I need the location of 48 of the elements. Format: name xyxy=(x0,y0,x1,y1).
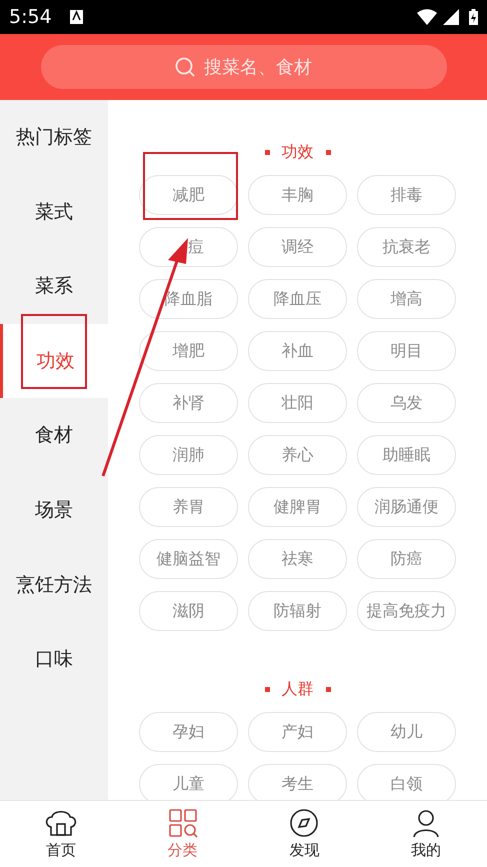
nav-tab[interactable]: 我的 xyxy=(365,801,487,867)
tag-chip[interactable]: 健脾胃 xyxy=(248,487,347,527)
tag-chip[interactable]: 助睡眠 xyxy=(357,435,456,475)
tag-chip[interactable]: 明目 xyxy=(357,331,456,371)
tag-chip[interactable]: 补血 xyxy=(248,331,347,371)
sidebar-item[interactable]: 功效 xyxy=(0,324,108,398)
nav-tab[interactable]: 首页 xyxy=(0,801,122,867)
battery-icon xyxy=(469,9,478,25)
search-icon xyxy=(175,56,196,78)
sidebar-item[interactable]: 烹饪方法 xyxy=(0,548,108,622)
tag-chip[interactable]: 补肾 xyxy=(139,383,238,423)
tag-chip[interactable]: 降血压 xyxy=(248,279,347,319)
nav-tab[interactable]: 发现 xyxy=(244,801,366,867)
tag-chip[interactable]: 润肠通便 xyxy=(357,487,456,527)
search-field[interactable]: 搜菜名、食材 xyxy=(40,45,446,89)
tag-chip[interactable]: 防癌 xyxy=(357,539,456,579)
tag-chip[interactable]: 养胃 xyxy=(139,487,238,527)
tag-chip[interactable]: 养心 xyxy=(248,435,347,475)
sidebar-item[interactable]: 场景 xyxy=(0,472,108,548)
nav-tab[interactable]: 分类 xyxy=(122,801,244,867)
signal-icon xyxy=(443,9,459,25)
tag-chip[interactable]: 减肥 xyxy=(139,175,238,215)
tag-chip[interactable]: 调经 xyxy=(248,227,347,267)
tag-chip[interactable]: 乌发 xyxy=(357,383,456,423)
tag-chip[interactable]: 抗衰老 xyxy=(357,227,456,267)
status-time: 5:54 xyxy=(9,4,52,30)
sidebar-item[interactable]: 食材 xyxy=(0,398,108,473)
tag-chip[interactable]: 祛寒 xyxy=(248,539,347,579)
tag-chip[interactable]: 产妇 xyxy=(248,712,347,752)
sidebar-item[interactable]: 口味 xyxy=(0,622,108,697)
tag-chip[interactable]: 滋阴 xyxy=(139,591,238,631)
sidebar-item[interactable]: 菜系 xyxy=(0,249,108,324)
tag-chip[interactable]: 孕妇 xyxy=(139,712,238,752)
tag-chip[interactable]: 防辐射 xyxy=(248,591,347,631)
section-title: 功效 xyxy=(282,141,314,163)
tag-chip[interactable]: 润肺 xyxy=(139,435,238,475)
tag-chip[interactable]: 丰胸 xyxy=(248,175,347,215)
sidebar-item[interactable]: 热门标签 xyxy=(0,100,108,175)
tag-chip[interactable]: 提高免疫力 xyxy=(357,591,456,631)
tag-chip[interactable]: 壮阳 xyxy=(248,383,347,423)
section-title: 人群 xyxy=(282,678,314,700)
notification-icon xyxy=(70,10,83,24)
tag-chip[interactable]: 幼儿 xyxy=(357,712,456,752)
sidebar-item[interactable]: 菜式 xyxy=(0,174,108,250)
tag-chip[interactable]: 增高 xyxy=(357,279,456,319)
tag-chip[interactable]: 健脑益智 xyxy=(139,539,238,579)
wifi-icon xyxy=(417,9,437,25)
tag-chip[interactable]: 排毒 xyxy=(357,175,456,215)
